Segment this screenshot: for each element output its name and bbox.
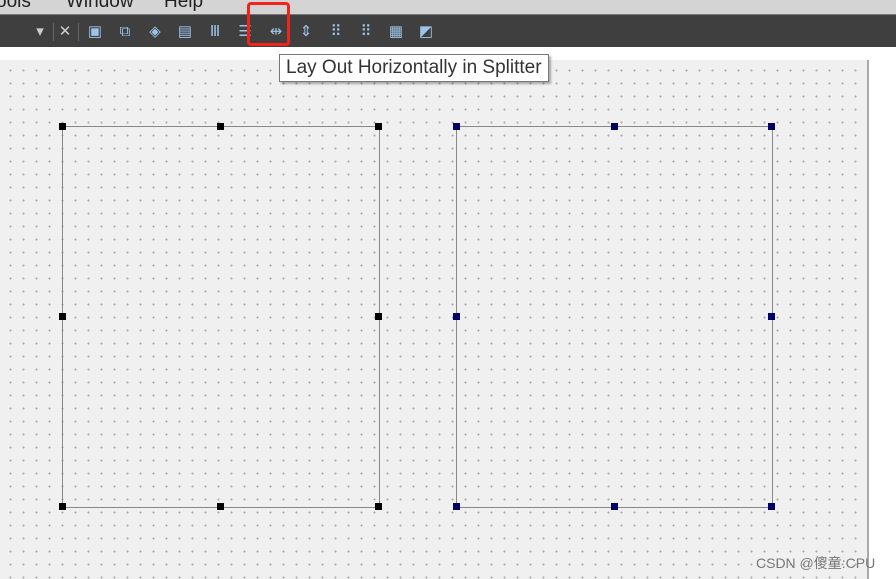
break-layout-icon[interactable]: ▦ — [386, 21, 406, 41]
watermark: CSDN @傻童:CPU — [756, 555, 876, 571]
menu-window[interactable]: Window — [66, 0, 134, 13]
widget-left-selected[interactable] — [62, 126, 380, 508]
edit-signals-slots-icon[interactable]: ⧉ — [115, 21, 135, 41]
edit-widgets-icon[interactable]: ▣ — [85, 21, 105, 41]
resize-handle-left[interactable] — [59, 313, 66, 320]
lay-out-form-icon[interactable]: ⠿ — [326, 21, 346, 41]
edit-buddies-icon[interactable]: ◈ — [145, 21, 165, 41]
resize-handle-right[interactable] — [768, 313, 775, 320]
resize-handle-right[interactable] — [768, 503, 775, 510]
highlight-annotation — [247, 2, 290, 46]
widget-right-selected[interactable] — [456, 126, 773, 508]
toolbar-separator — [78, 23, 79, 41]
lay-out-vertically-splitter-icon[interactable]: ⇕ — [296, 21, 316, 41]
form-canvas[interactable] — [0, 60, 869, 579]
resize-handle-left[interactable] — [59, 123, 66, 130]
tooltip: Lay Out Horizontally in Splitter — [279, 54, 549, 82]
resize-handle-right[interactable] — [610, 503, 618, 510]
resize-handle-left[interactable] — [217, 503, 224, 510]
resize-handle-left[interactable] — [375, 313, 382, 320]
lay-out-grid-icon[interactable]: ⠿ — [356, 21, 376, 41]
form-editor-toolbar: ▾ ✕ ▣ ⧉ ◈ ▤ Ⅲ ☰ ⇹ ⇕ ⠿ ⠿ ▦ ◩ — [0, 14, 896, 47]
resize-handle-right[interactable] — [453, 123, 460, 130]
resize-handle-right[interactable] — [453, 503, 460, 510]
resize-handle-left[interactable] — [375, 503, 382, 510]
resize-handle-right[interactable] — [768, 123, 775, 130]
lay-out-horizontally-icon[interactable]: Ⅲ — [205, 21, 225, 41]
resize-handle-left[interactable] — [375, 123, 382, 130]
adjust-size-icon[interactable]: ◩ — [416, 21, 436, 41]
resize-handle-right[interactable] — [453, 313, 460, 320]
menu-tools[interactable]: ools — [0, 0, 31, 13]
dropdown-arrow-icon[interactable]: ▾ — [30, 21, 50, 41]
resize-handle-left[interactable] — [217, 123, 224, 130]
resize-handle-left[interactable] — [59, 503, 66, 510]
close-icon[interactable]: ✕ — [55, 21, 75, 41]
resize-handle-right[interactable] — [610, 123, 618, 130]
menu-help[interactable]: Help — [164, 0, 203, 13]
menu-bar: ools Window Help — [0, 0, 896, 14]
edit-tab-order-icon[interactable]: ▤ — [175, 21, 195, 41]
toolbar-separator — [53, 23, 54, 41]
